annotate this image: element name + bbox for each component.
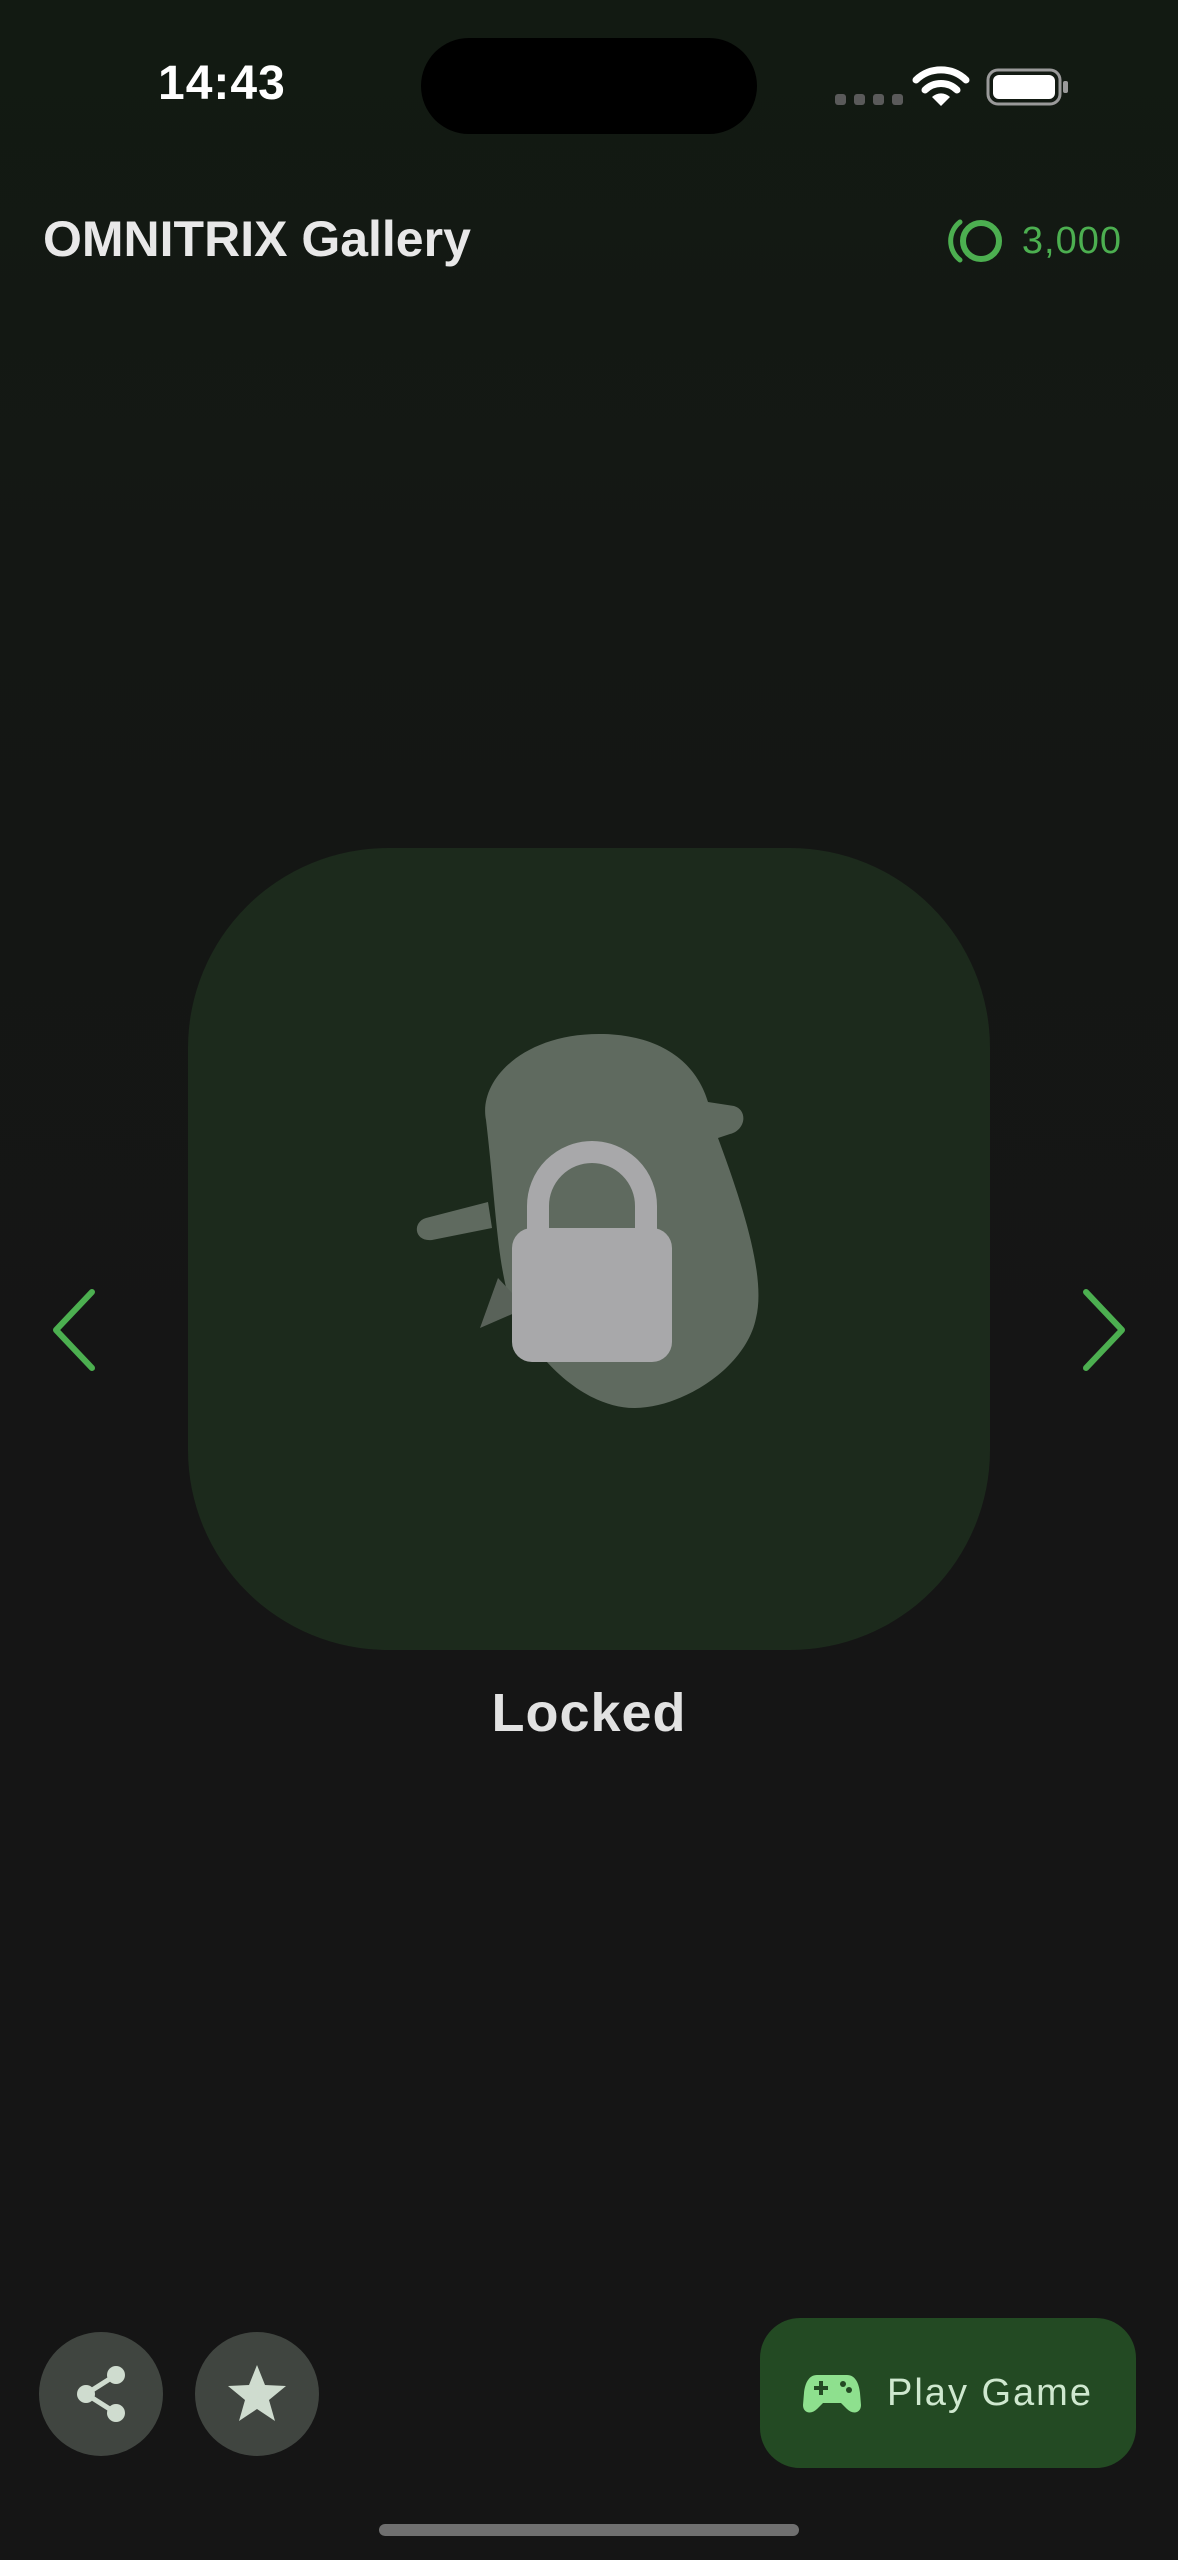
battery-full-icon [986,68,1068,106]
play-game-button[interactable]: Play Game [760,2318,1136,2468]
page-title: OMNITRIX Gallery [43,211,471,267]
chevron-right-icon[interactable] [1074,1282,1134,1378]
coin-balance: 3,000 [946,214,1122,268]
play-game-label: Play Game [887,2371,1093,2414]
share-icon [77,2366,125,2422]
wifi-icon [912,66,970,106]
dynamic-island [421,38,757,134]
star-icon [228,2365,286,2421]
unlock-status-label: Locked [491,1683,687,1743]
home-indicator[interactable] [379,2524,799,2536]
cellular-signal-icon [835,94,903,105]
favorite-button[interactable] [195,2332,319,2456]
coin-amount: 3,000 [1021,219,1122,262]
gamepad-icon [803,2375,862,2413]
chevron-left-icon[interactable] [44,1282,104,1378]
lock-icon [512,1141,672,1362]
share-button[interactable] [39,2332,163,2456]
omnitrix-coin-icon [948,219,1002,263]
alien-card[interactable] [188,848,990,1650]
status-time: 14:43 [158,57,286,110]
